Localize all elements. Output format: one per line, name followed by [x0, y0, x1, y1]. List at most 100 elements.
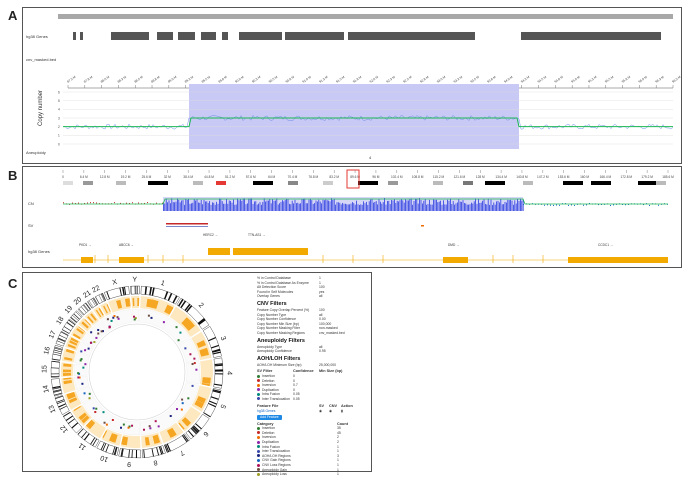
- eye-icon-cnv[interactable]: ◉: [329, 409, 341, 414]
- sv-event-mark[interactable]: [82, 366, 85, 369]
- sv-event-mark[interactable]: [106, 318, 109, 321]
- sv-event-mark[interactable]: [97, 328, 100, 331]
- sv-event-mark[interactable]: [95, 336, 98, 339]
- sv-deletion-bar[interactable]: [166, 223, 208, 225]
- sv-event-mark[interactable]: [149, 427, 152, 430]
- add-feature-button[interactable]: Add Feature: [257, 414, 282, 420]
- gene-feature[interactable]: [81, 257, 93, 263]
- gene-block[interactable]: [157, 32, 173, 40]
- sv-event-mark[interactable]: [97, 332, 100, 335]
- sv-event-mark[interactable]: [111, 418, 114, 421]
- filter-row[interactable]: Aneuploidy Confidence 0.95: [257, 349, 379, 354]
- sv-event-mark[interactable]: [103, 421, 106, 424]
- filter-row[interactable]: Copy Number Masking Regions cnv_masked.be…: [257, 331, 379, 336]
- sv-event-mark[interactable]: [117, 317, 120, 320]
- sv-event-mark[interactable]: [195, 368, 198, 371]
- sv-event-mark[interactable]: [169, 415, 172, 418]
- circos-plot[interactable]: 12345678910111213141516171819202122X Y: [41, 276, 232, 467]
- sv-event-mark[interactable]: [131, 424, 134, 427]
- sv-filter-row[interactable]: Inter Translocation 0.05: [257, 397, 379, 402]
- category-row[interactable]: Aneuploidy Loss 1: [257, 472, 379, 477]
- sv-event-mark[interactable]: [177, 339, 180, 342]
- sv-event-mark[interactable]: [181, 402, 184, 405]
- gene-feature[interactable]: [568, 257, 668, 263]
- sv-event-mark[interactable]: [87, 347, 90, 350]
- sv-event-mark[interactable]: [90, 331, 93, 334]
- feature-file-name[interactable]: hg38 Genes: [257, 409, 319, 414]
- sv-event-mark[interactable]: [180, 408, 183, 411]
- filter-value[interactable]: cnv_masked.bed: [319, 331, 379, 336]
- sv-event-mark[interactable]: [181, 398, 184, 401]
- sv-event-mark[interactable]: [110, 319, 113, 322]
- sv-event-mark[interactable]: [187, 397, 190, 400]
- sv-event-mark[interactable]: [193, 362, 196, 365]
- sv-event-mark[interactable]: [154, 420, 157, 423]
- gene-feature[interactable]: [119, 257, 144, 263]
- sv-event-mark[interactable]: [148, 425, 151, 428]
- sv-event-mark[interactable]: [89, 341, 92, 344]
- sv-event-mark[interactable]: [77, 376, 80, 379]
- filter-value[interactable]: 25,000,000: [319, 363, 379, 368]
- sv-event-mark[interactable]: [100, 330, 103, 333]
- sv-event-mark[interactable]: [105, 423, 108, 426]
- sv-event-mark[interactable]: [83, 392, 86, 395]
- sv-event-mark[interactable]: [80, 358, 83, 361]
- sv-event-mark[interactable]: [176, 408, 179, 411]
- gene-feature[interactable]: [233, 248, 308, 255]
- sv-event-mark[interactable]: [127, 426, 130, 429]
- sv-filter-confidence[interactable]: 0.05: [293, 397, 319, 402]
- gene-feature[interactable]: [208, 248, 230, 255]
- sv-event-mark[interactable]: [92, 407, 95, 410]
- gene-feature[interactable]: [443, 257, 468, 263]
- sv-event-mark[interactable]: [84, 349, 87, 352]
- sv-event-mark[interactable]: [93, 341, 96, 344]
- filter-value[interactable]: all: [319, 294, 379, 299]
- gene-block[interactable]: [80, 32, 83, 40]
- sv-event-mark[interactable]: [184, 347, 187, 350]
- sv-event-mark[interactable]: [122, 423, 125, 426]
- sv-event-mark[interactable]: [191, 384, 194, 387]
- sv-event-mark[interactable]: [147, 314, 150, 317]
- sv-event-mark[interactable]: [108, 326, 111, 329]
- sv-event-mark[interactable]: [162, 321, 165, 324]
- sv-event-mark[interactable]: [95, 407, 98, 410]
- gene-block[interactable]: [222, 32, 228, 40]
- sv-event-mark[interactable]: [77, 372, 80, 375]
- trash-icon[interactable]: ▮: [341, 409, 343, 414]
- sv-event-mark[interactable]: [88, 392, 91, 395]
- chromosome-ideogram[interactable]: [50, 360, 60, 378]
- gene-block[interactable]: [521, 32, 661, 40]
- sv-event-mark[interactable]: [113, 315, 116, 318]
- filter-row[interactable]: Overlap Genes all: [257, 294, 379, 299]
- gene-block[interactable]: [208, 32, 216, 40]
- sv-event-mark[interactable]: [94, 411, 97, 414]
- sv-event-mark[interactable]: [84, 363, 87, 366]
- scrollbar-track[interactable]: [58, 14, 673, 19]
- sv-event-mark[interactable]: [120, 426, 123, 429]
- gene-block[interactable]: [348, 32, 475, 40]
- sv-event-mark[interactable]: [179, 331, 182, 334]
- sv-event-mark[interactable]: [133, 315, 136, 318]
- sv-event-mark[interactable]: [175, 326, 178, 329]
- sv-inversion-mark[interactable]: [421, 225, 424, 227]
- gene-block[interactable]: [285, 32, 344, 40]
- filter-value[interactable]: 0.95: [319, 349, 379, 354]
- gene-block[interactable]: [239, 32, 282, 40]
- sv-event-mark[interactable]: [150, 316, 153, 319]
- sv-event-mark[interactable]: [189, 353, 192, 356]
- gene-block[interactable]: [73, 32, 76, 40]
- sv-event-mark[interactable]: [88, 397, 91, 400]
- sv-event-mark[interactable]: [191, 363, 194, 366]
- sv-marker-bar[interactable]: [166, 226, 208, 227]
- sv-event-mark[interactable]: [81, 382, 84, 385]
- sv-event-mark[interactable]: [102, 411, 105, 414]
- eye-icon[interactable]: ◉: [319, 409, 329, 414]
- sv-event-mark[interactable]: [157, 425, 160, 428]
- sv-event-mark[interactable]: [80, 350, 83, 353]
- sv-event-mark[interactable]: [142, 428, 145, 431]
- gene-block[interactable]: [178, 32, 195, 40]
- selected-window[interactable]: [346, 169, 360, 189]
- sv-event-mark[interactable]: [133, 318, 136, 321]
- selected-region-highlight[interactable]: [189, 84, 519, 149]
- gene-block[interactable]: [111, 32, 149, 40]
